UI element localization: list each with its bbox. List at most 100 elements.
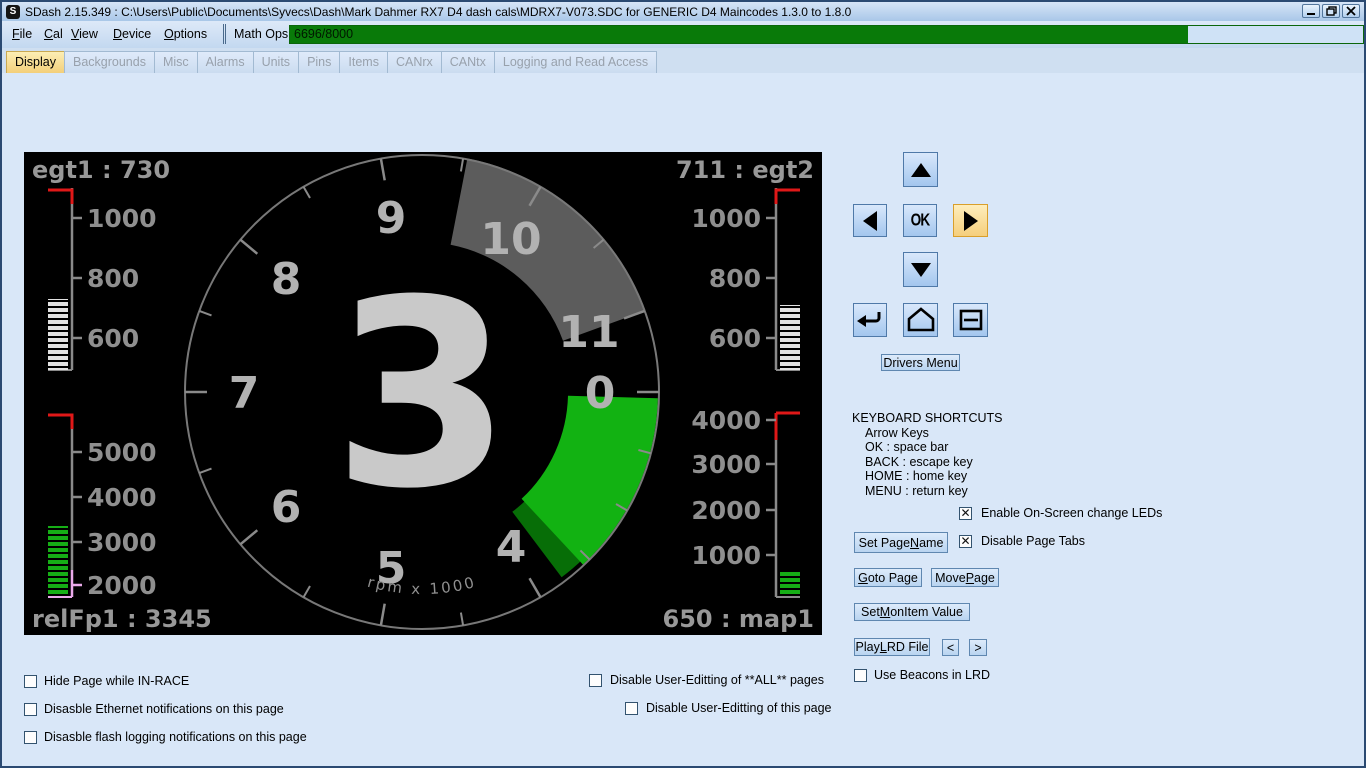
close-icon [1346, 6, 1356, 16]
tab-backgrounds[interactable]: Backgrounds [64, 51, 155, 73]
svg-text:3000: 3000 [691, 450, 761, 479]
menu-options[interactable]: Options [164, 27, 207, 41]
drivers-menu-button[interactable]: Drivers Menu [881, 354, 960, 371]
restore-icon [1326, 6, 1337, 16]
svg-text:5000: 5000 [87, 438, 157, 467]
disable-user-editing-all-checkbox[interactable] [589, 674, 602, 687]
disable-flash-logging-checkbox[interactable] [24, 731, 37, 744]
tab-canrx[interactable]: CANrx [387, 51, 442, 73]
map1-label: 650 : map1 [663, 605, 815, 633]
menu-file[interactable]: File [12, 27, 32, 41]
egt2-limit-marker [776, 190, 800, 204]
home-icon [906, 305, 936, 335]
svg-text:2000: 2000 [691, 496, 761, 525]
disable-flash-logging-label: Disasble flash logging notifications on … [44, 730, 307, 744]
shortcut-line: OK : space bar [865, 440, 1003, 455]
relfp1-label: relFp1 : 3345 [32, 605, 212, 633]
enable-onscreen-leds-checkbox[interactable]: ✕ [959, 507, 972, 520]
relfp1-bar [48, 526, 68, 595]
relfp1-limit-marker [48, 415, 72, 429]
progress-fill [290, 26, 1188, 43]
menu-button[interactable] [953, 303, 988, 337]
tach-number-9: 9 [376, 193, 407, 244]
close-button[interactable] [1342, 4, 1360, 18]
map1-bar [780, 571, 800, 595]
tach-caption: rpm x 1000 [366, 573, 479, 598]
goto-page-button[interactable]: Goto Page [854, 568, 922, 587]
shortcut-line: Arrow Keys [865, 426, 1003, 441]
minimize-button[interactable] [1302, 4, 1320, 18]
menu-bar: File Cal View Device Options Math Ops 66… [2, 21, 1364, 49]
tab-items[interactable]: Items [339, 51, 388, 73]
dash-preview-graphics: 0 4 5 6 7 8 9 10 11 3 rpm x 1000 [24, 152, 822, 635]
play-lrd-file-button[interactable]: Play LRD File [854, 638, 930, 656]
math-ops-label: Math Ops [234, 27, 288, 41]
shortcut-line: HOME : home key [865, 469, 1003, 484]
shortcuts-title: KEYBOARD SHORTCUTS [852, 411, 1003, 426]
up-button[interactable] [903, 152, 938, 187]
svg-text:600: 600 [709, 324, 761, 353]
tab-logging-read-access[interactable]: Logging and Read Access [494, 51, 657, 73]
left-arrow-icon [862, 210, 878, 232]
down-button[interactable] [903, 252, 938, 287]
tab-units[interactable]: Units [253, 51, 299, 73]
hide-page-in-race-checkbox[interactable] [24, 675, 37, 688]
ok-label: OK [911, 211, 930, 231]
window-controls [1302, 4, 1360, 18]
lrd-prev-button[interactable]: < [942, 639, 959, 656]
enable-onscreen-leds-label: Enable On-Screen change LEDs [981, 506, 1162, 520]
disable-ethernet-notifications-checkbox[interactable] [24, 703, 37, 716]
gear-indicator: 3 [332, 245, 512, 545]
tab-pins[interactable]: Pins [298, 51, 340, 73]
shortcut-line: MENU : return key [865, 484, 1003, 499]
minimize-icon [1306, 7, 1316, 16]
dash-preview-panel[interactable]: 0 4 5 6 7 8 9 10 11 3 rpm x 1000 [24, 152, 822, 635]
svg-text:1000: 1000 [691, 541, 761, 570]
egt1-bar [48, 299, 68, 370]
egt2-bar [780, 305, 800, 370]
app-window: S SDash 2.15.349 : C:\Users\Public\Docum… [0, 0, 1366, 768]
disable-ethernet-notifications-label: Disasble Ethernet notifications on this … [44, 702, 284, 716]
home-button[interactable] [903, 303, 938, 337]
menu-device[interactable]: Device [113, 27, 151, 41]
menu-icon [956, 305, 986, 335]
keyboard-shortcuts: KEYBOARD SHORTCUTS Arrow Keys OK : space… [852, 411, 1003, 499]
disable-user-editing-all-label: Disable User-Editting of **ALL** pages [610, 673, 824, 687]
menu-cal[interactable]: Cal [44, 27, 63, 41]
egt1-label: egt1 : 730 [32, 156, 170, 184]
up-arrow-icon [910, 162, 932, 178]
math-ops-progress-bar: 6696/8000 [289, 25, 1364, 44]
restore-button[interactable] [1322, 4, 1340, 18]
gauge-egt2: 1000 800 600 711 : egt2 [676, 156, 814, 370]
window-title: SDash 2.15.349 : C:\Users\Public\Documen… [25, 5, 851, 19]
gauge-egt1: 1000 800 600 egt1 : 730 [32, 156, 170, 370]
tach-number-7: 7 [229, 368, 260, 419]
set-page-name-button[interactable]: Set Page Name [854, 532, 948, 553]
svg-text:3000: 3000 [87, 528, 157, 557]
disable-page-tabs-checkbox[interactable]: ✕ [959, 535, 972, 548]
tab-cantx[interactable]: CANtx [441, 51, 495, 73]
gauge-map1: 4000 3000 2000 1000 650 : map1 [663, 406, 815, 633]
back-icon [855, 305, 885, 335]
ok-button[interactable]: OK [903, 204, 937, 237]
back-button[interactable] [853, 303, 887, 337]
title-bar: S SDash 2.15.349 : C:\Users\Public\Docum… [2, 2, 1364, 21]
left-button[interactable] [853, 204, 887, 237]
right-button[interactable] [953, 204, 988, 237]
shortcut-line: BACK : escape key [865, 455, 1003, 470]
tab-misc[interactable]: Misc [154, 51, 198, 73]
use-beacons-checkbox[interactable] [854, 669, 867, 682]
disable-user-editing-page-label: Disable User-Editting of this page [646, 701, 832, 715]
tach-number-8: 8 [271, 254, 302, 305]
set-monitem-value-button[interactable]: Set MonItem Value [854, 603, 970, 621]
menu-separator [223, 24, 226, 44]
tab-alarms[interactable]: Alarms [197, 51, 254, 73]
tach-number-11: 11 [558, 307, 619, 358]
menu-view[interactable]: View [71, 27, 98, 41]
hide-page-in-race-label: Hide Page while IN-RACE [44, 674, 189, 688]
tab-display[interactable]: Display [6, 51, 65, 73]
lrd-next-button[interactable]: > [969, 639, 987, 656]
right-arrow-icon [963, 210, 979, 232]
disable-user-editing-page-checkbox[interactable] [625, 702, 638, 715]
move-page-button[interactable]: Move Page [931, 568, 999, 587]
